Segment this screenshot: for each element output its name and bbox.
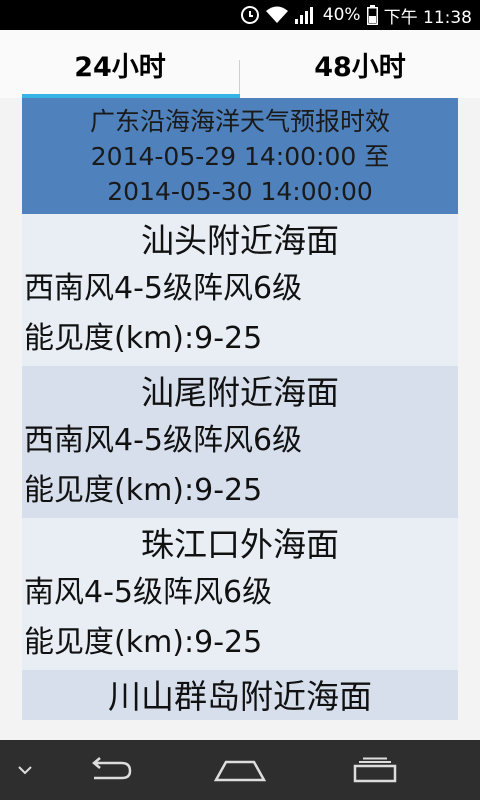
navigation-bar: [0, 740, 480, 800]
forecast-title: 广东沿海海洋天气预报时效: [89, 107, 390, 136]
area-name: 汕尾附近海面: [141, 373, 339, 412]
alarm-icon: [240, 6, 259, 24]
area-wind: 南风4-5级阵风6级: [24, 575, 273, 610]
area-wind: 西南风4-5级阵风6级: [24, 423, 303, 458]
tab-24h[interactable]: 24小时: [0, 30, 240, 98]
list-item[interactable]: 珠江口外海面 南风4-5级阵风6级 能见度(km):9-25: [22, 518, 458, 670]
forecast-end-time: 2014-05-30 14:00:00: [107, 177, 373, 206]
menu-chevron-icon[interactable]: [0, 740, 50, 800]
area-name: 川山群岛附近海面: [108, 677, 372, 716]
area-visibility: 能见度(km):9-25: [24, 473, 263, 508]
status-icons: 40% 下午 11:38: [240, 0, 472, 30]
area-visibility: 能见度(km):9-25: [24, 625, 263, 660]
area-wind: 西南风4-5级阵风6级: [24, 271, 303, 306]
area-visibility: 能见度(km):9-25: [24, 321, 263, 356]
home-icon[interactable]: [190, 740, 290, 800]
list-item[interactable]: 汕尾附近海面 西南风4-5级阵风6级 能见度(km):9-25: [22, 366, 458, 518]
wifi-icon: [265, 6, 289, 24]
tab-bar: 24小时 48小时: [0, 30, 480, 99]
signal-icon: [294, 6, 317, 24]
battery-percent: 40%: [322, 5, 361, 25]
tab-48h[interactable]: 48小时: [240, 30, 480, 98]
list-item[interactable]: 川山群岛附近海面: [22, 670, 458, 720]
forecast-list[interactable]: 广东沿海海洋天气预报时效 2014-05-29 14:00:00 至 2014-…: [22, 98, 458, 720]
forecast-start-time: 2014-05-29 14:00:00 至: [90, 142, 390, 171]
clock: 下午 11:38: [383, 7, 472, 28]
back-icon[interactable]: [60, 740, 160, 800]
area-name: 珠江口外海面: [141, 525, 339, 564]
list-item[interactable]: 汕头附近海面 西南风4-5级阵风6级 能见度(km):9-25: [22, 214, 458, 366]
battery-icon: [366, 5, 378, 25]
forecast-header: 广东沿海海洋天气预报时效 2014-05-29 14:00:00 至 2014-…: [22, 98, 458, 214]
status-bar: 40% 下午 11:38: [0, 0, 480, 30]
recent-apps-icon[interactable]: [320, 740, 430, 800]
area-name: 汕头附近海面: [141, 221, 339, 260]
